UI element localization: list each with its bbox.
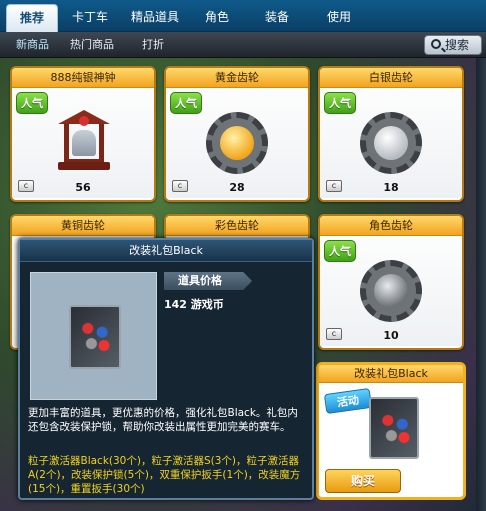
item-quantity: 10 [383,329,399,342]
featured-item-card[interactable]: 改装礼包Black 活动 购买 [316,362,466,500]
item-card-character-gear[interactable]: 角色齿轮 人气 c 10 [318,214,464,350]
silver-bell-icon [58,110,110,172]
popular-badge: 人气 [170,92,202,114]
price-label: 道具价格 [164,272,252,290]
item-card-silver-gear[interactable]: 白银齿轮 人气 c 18 [318,66,464,202]
item-card-title: 彩色齿轮 [166,216,308,236]
tab-recommend[interactable]: 推荐 [6,4,58,32]
item-card-title: 白银齿轮 [320,68,462,88]
search-icon [431,39,441,49]
tab-use[interactable]: 使用 [316,4,362,32]
tab-character[interactable]: 角色 [194,4,240,32]
tooltip-title: 改装礼包Black [20,240,312,262]
tab-equipment[interactable]: 装备 [254,4,300,32]
price-value: 142 游戏币 [164,298,224,311]
sub-tab-bar: 新商品 热门商品 打折 搜索 [0,32,486,58]
subtab-new-items[interactable]: 新商品 [16,32,49,58]
featured-item-title: 改装礼包Black [319,365,463,383]
character-gear-icon [360,260,422,322]
tab-premium-items[interactable]: 精品道具 [122,4,188,32]
subtab-discount[interactable]: 打折 [142,32,164,58]
right-scroll-edge [476,58,486,511]
activity-badge: 活动 [323,387,373,415]
item-quantity: 56 [75,181,91,194]
item-description: 更加丰富的道具，更优惠的价格，强化礼包Black。礼包内还包含改装保护锁，帮助你… [28,407,298,433]
item-quantity: 28 [229,181,245,194]
item-preview [30,272,157,400]
gold-gear-icon [206,112,268,174]
popular-badge: 人气 [324,92,356,114]
subtab-hot-items[interactable]: 热门商品 [70,32,114,58]
item-card-gold-gear[interactable]: 黄金齿轮 人气 c 28 [164,66,310,202]
buy-button[interactable]: 购买 [325,469,401,493]
item-card-silver-bell[interactable]: 888纯银神钟 人气 c 56 [10,66,156,202]
item-quantity: 18 [383,181,399,194]
item-tooltip: 改装礼包Black 道具价格 142 游戏币 更加丰富的道具，更优惠的价格，强化… [18,238,314,500]
popular-badge: 人气 [16,92,48,114]
search-button-label: 搜索 [445,38,470,52]
item-card-title: 角色齿轮 [320,216,462,236]
gift-pack-icon [69,305,121,369]
item-card-title: 黄铜齿轮 [12,216,154,236]
item-contents: 粒子激活器Black(30个)，粒子激活器S(3个)，粒子激活器A(2个)，改装… [28,455,301,495]
search-button[interactable]: 搜索 [424,35,482,55]
main-tab-bar: 推荐 卡丁车 精品道具 角色 装备 使用 [0,0,486,32]
popular-badge: 人气 [324,240,356,262]
item-card-title: 黄金齿轮 [166,68,308,88]
silver-gear-icon [360,112,422,174]
item-card-title: 888纯银神钟 [12,68,154,88]
tab-kart[interactable]: 卡丁车 [64,4,116,32]
gift-pack-icon [369,397,419,459]
